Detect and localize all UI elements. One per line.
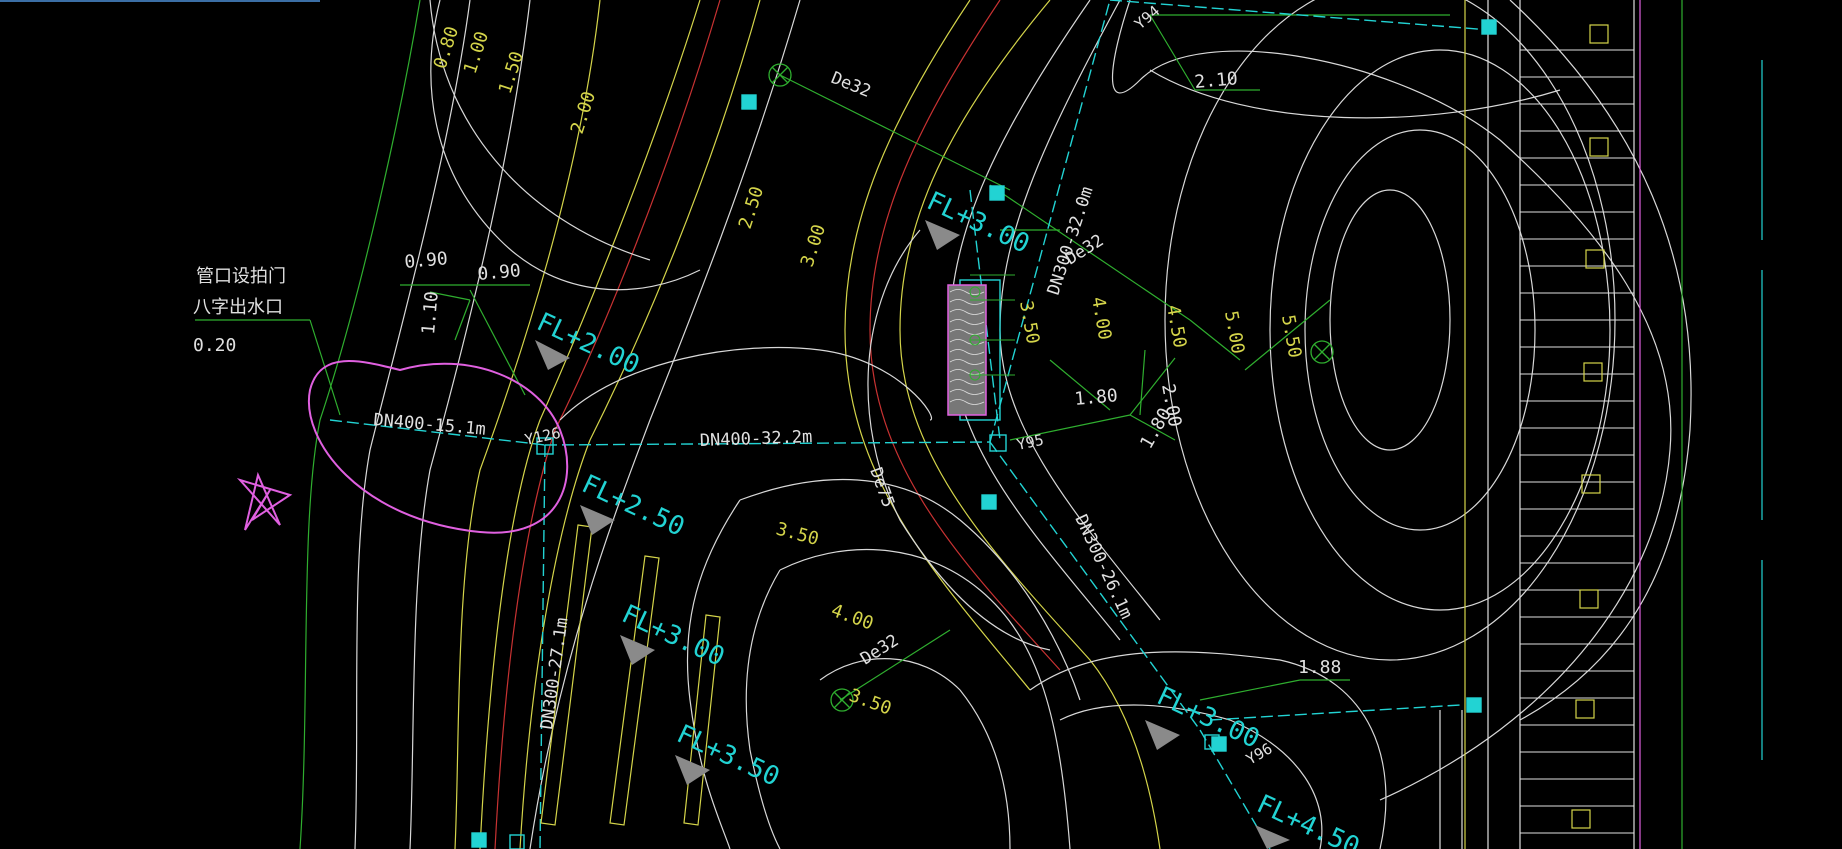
valve-icon [1310, 340, 1334, 364]
pipe-label: DN400-15.1m [373, 410, 487, 440]
contour-label: 2.00 [567, 89, 600, 137]
contour-label: 5.00 [1220, 309, 1248, 355]
contour-label: 1.50 [495, 49, 528, 97]
pipe-label: De32 [828, 68, 873, 102]
window-marker [1579, 589, 1599, 609]
note-text: 管口设拍门 八字出水口 0.20 [193, 266, 286, 356]
contour-label: 4.50 [1162, 303, 1190, 349]
lower-hill-contours [686, 478, 1081, 849]
green-leader-lines [195, 14, 1450, 701]
dimension-label: 1.88 [1298, 657, 1341, 678]
inlet-marker [741, 94, 757, 110]
contour-label: 3.00 [797, 222, 830, 270]
dimension-label: 1.10 [418, 290, 443, 335]
dimension-label: 0.90 [477, 260, 522, 285]
building-grid [1439, 0, 1763, 849]
window-marker [1585, 249, 1605, 269]
contour-label: 3.50 [774, 519, 821, 551]
site-plan-canvas[interactable]: 管口设拍门 八字出水口 0.20 DN400-15.1m DN400-32.2m… [0, 0, 1842, 849]
dimension-labels: 0.90 0.90 1.10 2.10 1.80 1.80 2.00 1.88 [404, 68, 1342, 678]
pipe-label: De32 [857, 631, 902, 670]
pipe-label: DN400-32.2m [699, 427, 812, 451]
contour-label: 4.00 [1087, 295, 1115, 341]
inlet-marker [981, 494, 997, 510]
markup-star-icon [236, 471, 293, 531]
cyan-manholes [471, 19, 1497, 849]
contour-label: 0.80 [430, 24, 463, 72]
contour-label: 4.00 [828, 600, 876, 635]
building-window-markers [1571, 24, 1609, 829]
markup-annotation[interactable] [236, 360, 569, 534]
window-marker [1589, 24, 1609, 44]
contour-ellipses [429, 0, 1692, 849]
note-line-1: 管口设拍门 [196, 266, 286, 287]
inlet-marker [1481, 19, 1497, 35]
window-marker [1589, 137, 1609, 157]
dimension-label: 0.90 [404, 248, 449, 273]
fl-label: FL+2.00 [532, 307, 644, 380]
building-stair-lines [1520, 49, 1634, 834]
node-label: Y95 [1015, 431, 1045, 454]
contour-label: 3.50 [846, 685, 894, 720]
inlet-marker [1466, 697, 1482, 713]
trench-drain [947, 274, 1015, 416]
window-marker [1575, 699, 1595, 719]
contour-label: 3.50 [1015, 299, 1043, 345]
central-road [844, 0, 1161, 849]
contour-label: 2.50 [735, 184, 768, 232]
inlet-marker [471, 832, 487, 848]
note-line-2: 八字出水口 [193, 297, 283, 318]
dimension-label: 2.10 [1194, 68, 1239, 93]
note-value: 0.20 [193, 335, 236, 356]
contour-label: 5.50 [1277, 313, 1305, 359]
inlet-marker [989, 185, 1005, 201]
pipe-label: De75 [865, 465, 898, 510]
window-marker [1583, 362, 1603, 382]
dimension-label: 1.80 [1074, 385, 1119, 410]
manhole-y95 [989, 434, 1007, 452]
cad-drawing-viewport[interactable]: 管口设拍门 八字出水口 0.20 DN400-15.1m DN400-32.2m… [0, 0, 1842, 849]
window-marker [1571, 809, 1591, 829]
inlet-marker [509, 834, 525, 849]
